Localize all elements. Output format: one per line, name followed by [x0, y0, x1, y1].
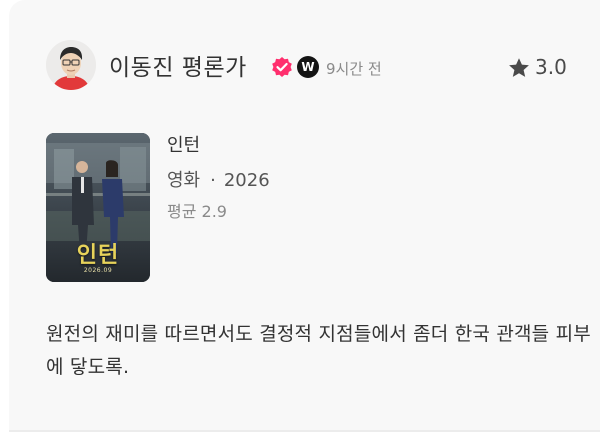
movie-poster[interactable]: 인턴 2026.09 [46, 133, 150, 282]
poster-title: 인턴 [76, 243, 120, 268]
review-text[interactable]: 원전의 재미를 따르면서도 결정적 지점들에서 좀더 한국 관객들 피부에 닿도… [46, 318, 591, 384]
check-badge-icon [271, 56, 293, 78]
average-rating: 평균 2.9 [167, 202, 227, 221]
rating-value: 3.0 [535, 55, 567, 79]
movie-year: 2026 [223, 170, 270, 191]
star-icon [507, 56, 531, 80]
poster-date: 2026.09 [83, 267, 113, 274]
meta-separator: · [210, 170, 216, 191]
movie-type: 영화 [167, 170, 201, 191]
review-card[interactable]: 이동진 평론가 W 9시간 전 3.0 인턴 2026.09 인턴 영화 · 2… [9, 0, 600, 432]
movie-title[interactable]: 인턴 [167, 131, 200, 157]
movie-meta: 영화 · 2026 [167, 166, 270, 192]
timestamp: 9시간 전 [326, 60, 382, 78]
reviewer-name[interactable]: 이동진 평론가 [109, 48, 247, 82]
watcha-logo-icon: W [297, 56, 319, 78]
avatar[interactable] [46, 40, 96, 90]
